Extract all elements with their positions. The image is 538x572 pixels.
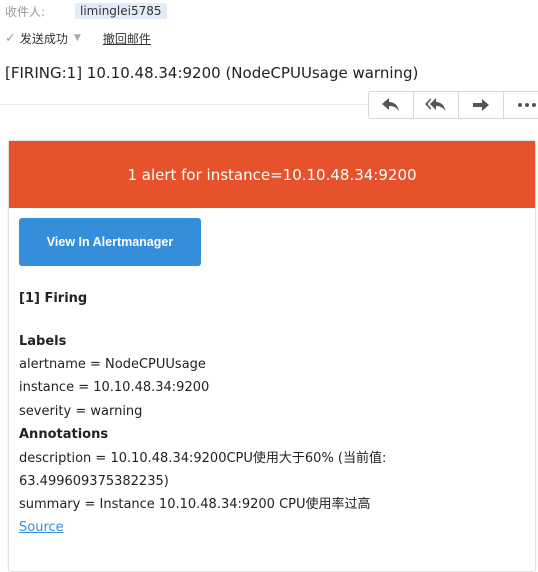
forward-icon [473, 99, 489, 111]
mail-subject: [FIRING:1] 10.10.48.34:9200 (NodeCPUUsag… [5, 64, 419, 82]
label-line: instance = 10.10.48.34:9200 [19, 380, 210, 395]
forward-button[interactable] [459, 92, 504, 118]
annotations-heading: Annotations [19, 427, 109, 442]
alert-email-card: 1 alert for instance=10.10.48.34:9200 Vi… [8, 140, 536, 572]
annotation-line: description = 10.10.48.34:9200CPU使用大于60%… [19, 451, 387, 466]
label-line: alertname = NodeCPUUsage [19, 357, 206, 372]
more-button[interactable] [504, 92, 538, 118]
labels-heading: Labels [19, 334, 67, 349]
view-in-alertmanager-button[interactable]: View In Alertmanager [19, 218, 201, 266]
annotation-line: summary = Instance 10.10.48.34:9200 CPU使… [19, 497, 371, 512]
reply-icon [382, 98, 399, 111]
check-icon: ✓ [5, 30, 16, 46]
reply-all-button[interactable] [414, 92, 459, 118]
recall-mail-link[interactable]: 撤回邮件 [103, 30, 151, 47]
mail-toolbar [368, 91, 538, 119]
annotation-line: 63.499609375382235) [19, 474, 169, 489]
recipient-label: 收件人: [5, 4, 46, 19]
firing-heading: [1] Firing [19, 291, 88, 306]
send-status-row: ✓ 发送成功 ▼ 撤回邮件 [5, 29, 151, 47]
source-link[interactable]: Source [19, 519, 64, 536]
recipient-row: 收件人: liminglei5785 [5, 2, 167, 20]
more-icon [518, 103, 536, 107]
reply-all-icon [425, 98, 446, 111]
sent-status-text: 发送成功 [19, 31, 68, 46]
header-divider [0, 104, 368, 105]
label-line: severity = warning [19, 404, 143, 419]
chevron-down-icon[interactable]: ▼ [74, 33, 81, 43]
recipient-chip[interactable]: liminglei5785 [75, 3, 167, 19]
reply-button[interactable] [369, 92, 414, 118]
alert-banner: 1 alert for instance=10.10.48.34:9200 [9, 141, 535, 208]
